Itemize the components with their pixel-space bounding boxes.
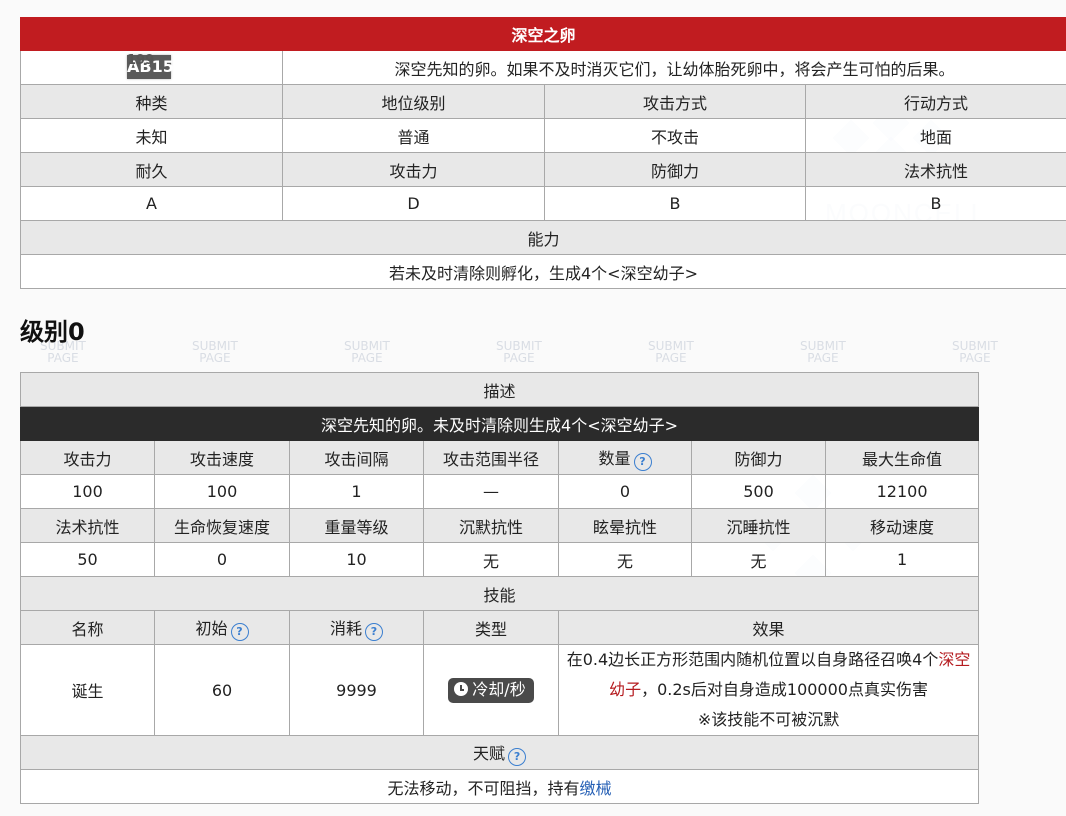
stat-count: 0 bbox=[558, 474, 692, 509]
ability-header: 能力 bbox=[19, 220, 1066, 255]
stat-header-count: 数量? bbox=[558, 440, 692, 475]
skill-type-label: 冷却/秒 bbox=[472, 679, 526, 699]
help-icon[interactable]: ? bbox=[365, 622, 383, 641]
stat-res: 50 bbox=[20, 542, 155, 577]
stat-header-attack-range: 攻击范围半径 bbox=[423, 440, 559, 475]
skill-initial: 60 bbox=[154, 644, 290, 736]
skill-col-cost: 消耗? bbox=[289, 610, 424, 645]
stat-header-attack: 攻击力 bbox=[20, 440, 155, 475]
skill-effect-note: ※该技能不可被沉默 bbox=[697, 710, 840, 729]
watermark-submit-page: SUBMIT PAGE bbox=[952, 339, 998, 365]
enemy-number-badge: 199 AB15 bbox=[127, 53, 174, 79]
skill-effect: 在0.4边长正方形范围内随机位置以自身路径召唤4个深空幼子，0.2s后对自身造成… bbox=[557, 644, 980, 736]
value-level: 普通 bbox=[282, 118, 545, 153]
stat-header-silence-res: 沉默抗性 bbox=[423, 508, 559, 543]
stat-header-regen: 生命恢复速度 bbox=[154, 508, 290, 543]
ability-text: 若未及时清除则孵化，生成4个<深空幼子> bbox=[19, 254, 1066, 289]
watermark-submit-page: SUBMIT PAGE bbox=[496, 339, 542, 365]
desc-header: 描述 bbox=[19, 372, 980, 407]
header-attack-method: 攻击方式 bbox=[544, 84, 806, 119]
value-attack: D bbox=[282, 186, 545, 221]
talent-text-label: 无法移动，不可阻挡，持有 bbox=[387, 778, 580, 798]
stat-header-attack-speed: 攻击速度 bbox=[154, 440, 290, 475]
enemy-number-cell: 199 AB15 bbox=[20, 50, 283, 85]
skill-col-name: 名称 bbox=[20, 610, 155, 645]
skill-type-cell: 冷却/秒 bbox=[423, 644, 559, 736]
stat-header-move-speed: 移动速度 bbox=[824, 508, 980, 543]
value-defense: B bbox=[544, 186, 806, 221]
value-res: B bbox=[804, 186, 1066, 221]
stat-header-attack-interval: 攻击间隔 bbox=[289, 440, 424, 475]
enemy-number-ghost: 199 bbox=[127, 53, 155, 68]
skill-effect-text: 在0.4边长正方形范围内随机位置以自身路径召唤4个 bbox=[566, 650, 939, 669]
value-attack-method: 不攻击 bbox=[544, 118, 806, 153]
stat-silence-res: 无 bbox=[423, 542, 559, 577]
level-heading: 级别0 bbox=[20, 318, 85, 346]
stat-header-defense: 防御力 bbox=[691, 440, 826, 475]
watermark-submit-page: SUBMIT PAGE bbox=[800, 339, 846, 365]
stat-attack: 100 bbox=[20, 474, 155, 509]
value-type: 未知 bbox=[20, 118, 283, 153]
skill-name: 诞生 bbox=[20, 644, 155, 736]
skill-type-badge: 冷却/秒 bbox=[448, 677, 534, 703]
stat-header-weight: 重量等级 bbox=[289, 508, 424, 543]
talent-header: 天赋? bbox=[19, 735, 980, 770]
help-icon[interactable]: ? bbox=[230, 622, 249, 641]
stat-move-speed: 1 bbox=[824, 542, 980, 577]
header-attack: 攻击力 bbox=[282, 152, 545, 187]
stat-attack-range: — bbox=[423, 474, 559, 509]
stat-attack-interval: 1 bbox=[289, 474, 424, 509]
stat-weight: 10 bbox=[289, 542, 424, 577]
stat-header-stun-res: 眩晕抗性 bbox=[558, 508, 692, 543]
clock-icon bbox=[454, 681, 469, 696]
skill-col-initial-label: 初始 bbox=[195, 618, 228, 638]
value-movement: 地面 bbox=[804, 118, 1066, 153]
talent-link[interactable]: 缴械 bbox=[580, 779, 612, 798]
skill-header: 技能 bbox=[19, 576, 980, 611]
header-defense: 防御力 bbox=[544, 152, 806, 187]
level-description: 深空先知的卵。未及时清除则生成4个<深空幼子> bbox=[19, 406, 980, 441]
stat-stun-res: 无 bbox=[558, 542, 692, 577]
watermark-submit-page: SUBMIT PAGE bbox=[344, 339, 390, 365]
talent-text: 无法移动，不可阻挡，持有缴械 bbox=[19, 769, 980, 804]
watermark-submit-page: SUBMIT PAGE bbox=[648, 339, 694, 365]
stat-defense: 500 bbox=[691, 474, 826, 509]
talent-header-label: 天赋 bbox=[473, 743, 506, 763]
stat-header-sleep-res: 沉睡抗性 bbox=[691, 508, 826, 543]
enemy-info-table: 深空之卵 199 AB15 深空先知的卵。如果不及时消灭它们，让幼体胎死卵中，将… bbox=[19, 17, 1066, 289]
level-stats-table: 描述 深空先知的卵。未及时清除则生成4个<深空幼子> 攻击力 攻击速度 攻击间隔… bbox=[19, 372, 980, 804]
skill-cost: 9999 bbox=[289, 644, 424, 736]
header-level: 地位级别 bbox=[282, 84, 545, 119]
stat-regen: 0 bbox=[154, 542, 290, 577]
header-movement: 行动方式 bbox=[804, 84, 1066, 119]
help-icon[interactable]: ? bbox=[508, 747, 527, 766]
stat-attack-speed: 100 bbox=[154, 474, 290, 509]
watermark-submit-page: SUBMIT PAGE bbox=[192, 339, 238, 365]
enemy-title: 深空之卵 bbox=[19, 17, 1066, 51]
header-res: 法术抗性 bbox=[804, 152, 1066, 187]
stat-max-hp: 12100 bbox=[824, 474, 980, 509]
skill-col-initial: 初始? bbox=[154, 610, 290, 645]
stat-header-res: 法术抗性 bbox=[20, 508, 155, 543]
skill-effect-text-2: ，0.2s后对自身造成100000点真实伤害 bbox=[641, 680, 928, 699]
skill-col-effect: 效果 bbox=[557, 610, 980, 645]
value-durability: A bbox=[20, 186, 283, 221]
stat-sleep-res: 无 bbox=[691, 542, 826, 577]
enemy-description: 深空先知的卵。如果不及时消灭它们，让幼体胎死卵中，将会产生可怕的后果。 bbox=[281, 50, 1066, 85]
help-icon[interactable]: ? bbox=[633, 452, 652, 471]
stat-header-count-label: 数量 bbox=[598, 448, 631, 468]
skill-col-cost-label: 消耗 bbox=[329, 618, 362, 638]
header-durability: 耐久 bbox=[20, 152, 283, 187]
header-type: 种类 bbox=[20, 84, 283, 119]
skill-col-type: 类型 bbox=[423, 610, 559, 645]
stat-header-max-hp: 最大生命值 bbox=[824, 440, 980, 475]
